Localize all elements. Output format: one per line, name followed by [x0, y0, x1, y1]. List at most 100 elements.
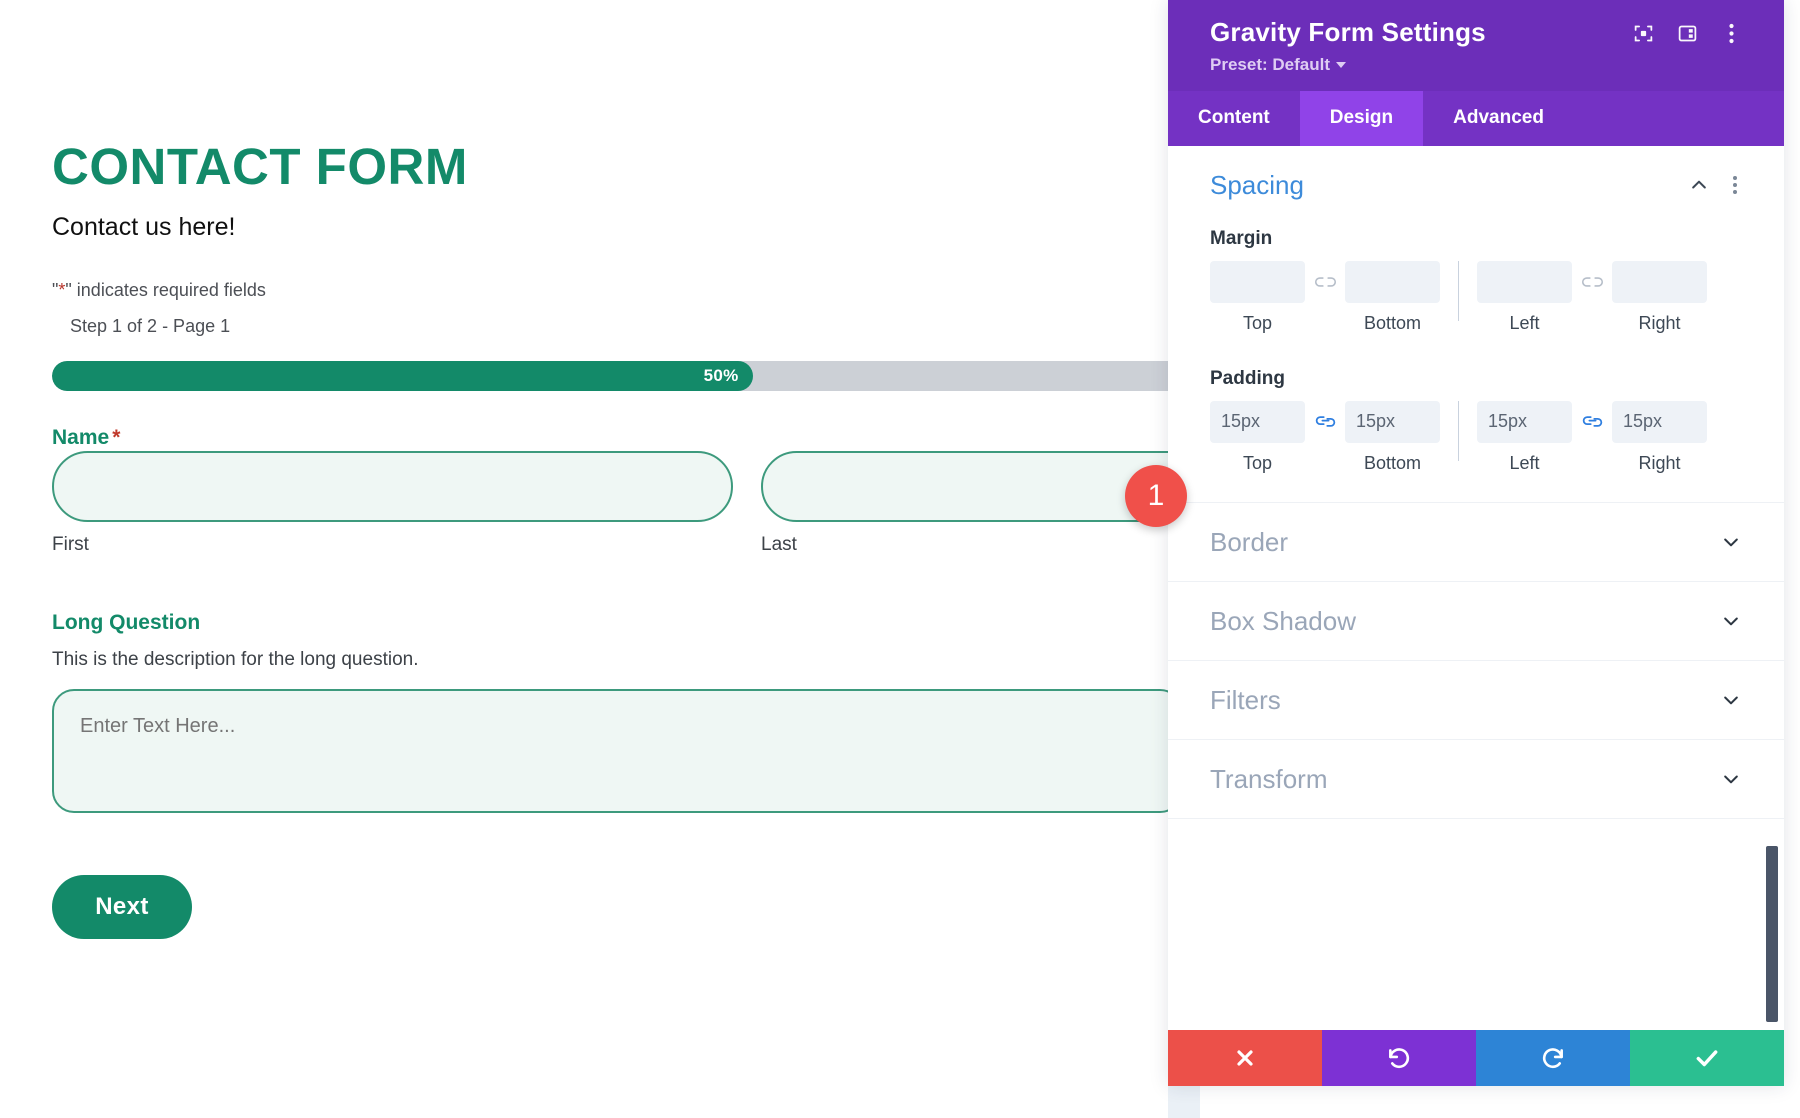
section-spacing-menu-icon[interactable]: [1728, 173, 1742, 197]
required-note-text: " indicates required fields: [65, 280, 266, 300]
section-transform: Transform: [1168, 740, 1784, 819]
section-spacing-content: Margin Top: [1210, 228, 1742, 502]
name-required-asterisk: *: [112, 426, 120, 449]
chevron-down-icon[interactable]: [1720, 610, 1742, 632]
chevron-down-icon[interactable]: [1720, 531, 1742, 553]
padding-quad-row: 15px Top: [1210, 401, 1742, 474]
margin-left-caption: Left: [1477, 313, 1572, 334]
margin-bottom-caption: Bottom: [1345, 313, 1440, 334]
margin-left-input[interactable]: [1477, 261, 1572, 303]
name-first-input[interactable]: [52, 451, 733, 522]
long-question-label: Long Question: [52, 610, 1168, 635]
margin-group-label: Margin: [1210, 228, 1742, 250]
check-icon: [1694, 1045, 1720, 1071]
name-first-sublabel: First: [52, 534, 733, 556]
padding-top-bottom-link-icon[interactable]: [1305, 401, 1345, 443]
form-preview-canvas: CONTACT FORM Contact us here! "*" indica…: [0, 0, 1168, 1118]
panel-tabbar: Content Design Advanced: [1168, 91, 1784, 146]
tab-content[interactable]: Content: [1168, 91, 1300, 146]
margin-top-input[interactable]: [1210, 261, 1305, 303]
long-question-description: This is the description for the long que…: [52, 649, 1168, 671]
section-border-header[interactable]: Border: [1210, 503, 1742, 581]
progress-bar-fill: 50%: [52, 361, 753, 391]
margin-left-right-unlink-icon[interactable]: [1572, 261, 1612, 303]
step-badge: 1: [1125, 465, 1187, 527]
section-spacing-header[interactable]: Spacing: [1210, 146, 1742, 224]
padding-right-input[interactable]: 15px: [1612, 401, 1707, 443]
layout-panel-icon[interactable]: [1676, 22, 1698, 44]
chevron-down-icon: [1336, 62, 1346, 68]
save-changes-button[interactable]: [1630, 1030, 1784, 1086]
section-transform-header[interactable]: Transform: [1210, 740, 1742, 818]
required-fields-note: "*" indicates required fields: [52, 280, 1168, 302]
padding-top-input[interactable]: 15px: [1210, 401, 1305, 443]
section-border: Border: [1168, 503, 1784, 582]
panel-header: Gravity Form Settings: [1168, 0, 1784, 91]
tab-advanced[interactable]: Advanced: [1423, 91, 1574, 146]
section-border-title: Border: [1210, 528, 1720, 557]
margin-bottom-input[interactable]: [1345, 261, 1440, 303]
progress-bar: 50%: [52, 361, 1168, 391]
panel-scroll-body: Spacing: [1168, 146, 1784, 1086]
progress-percent-label: 50%: [704, 366, 753, 386]
tab-design[interactable]: Design: [1300, 91, 1423, 146]
name-last-group: Last: [761, 425, 1168, 555]
padding-bottom-caption: Bottom: [1345, 453, 1440, 474]
panel-action-bar: [1168, 1030, 1784, 1086]
padding-divider: [1458, 401, 1459, 461]
section-filters: Filters: [1168, 661, 1784, 740]
redo-button[interactable]: [1476, 1030, 1630, 1086]
name-last-sublabel: Last: [761, 534, 1168, 556]
section-filters-title: Filters: [1210, 686, 1720, 715]
margin-top-bottom-unlink-icon[interactable]: [1305, 261, 1345, 303]
panel-scrollbar-track[interactable]: [1766, 146, 1778, 1086]
padding-group-label: Padding: [1210, 368, 1742, 390]
long-question-group: Long Question This is the description fo…: [52, 610, 1168, 818]
section-box-shadow-header[interactable]: Box Shadow: [1210, 582, 1742, 660]
chevron-down-icon[interactable]: [1720, 768, 1742, 790]
section-transform-title: Transform: [1210, 765, 1720, 794]
long-question-textarea[interactable]: [52, 689, 1168, 813]
chevron-up-icon[interactable]: [1688, 174, 1710, 196]
section-box-shadow: Box Shadow: [1168, 582, 1784, 661]
section-spacing-title: Spacing: [1210, 171, 1688, 200]
padding-left-right-link-icon[interactable]: [1572, 401, 1612, 443]
focus-target-icon[interactable]: [1632, 22, 1654, 44]
redo-icon: [1540, 1045, 1566, 1071]
margin-right-caption: Right: [1612, 313, 1707, 334]
preset-selector[interactable]: Preset: Default: [1210, 55, 1346, 75]
cancel-changes-button[interactable]: [1168, 1030, 1322, 1086]
undo-icon: [1386, 1045, 1412, 1071]
preset-label: Preset: Default: [1210, 55, 1330, 75]
next-button[interactable]: Next: [52, 875, 192, 939]
panel-title: Gravity Form Settings: [1210, 18, 1632, 48]
padding-left-input[interactable]: 15px: [1477, 401, 1572, 443]
margin-quad-row: Top Bottom: [1210, 261, 1742, 334]
step-indicator: Step 1 of 2 - Page 1: [70, 316, 1168, 337]
margin-right-input[interactable]: [1612, 261, 1707, 303]
chevron-down-icon[interactable]: [1720, 689, 1742, 711]
kebab-menu-icon[interactable]: [1720, 22, 1742, 44]
margin-top-caption: Top: [1210, 313, 1305, 334]
name-first-group: Name* First: [52, 425, 733, 555]
name-field-row: Name* First Last: [52, 425, 1168, 555]
name-label-text: Name: [52, 426, 109, 449]
section-spacing: Spacing: [1168, 146, 1784, 503]
screen-root: CONTACT FORM Contact us here! "*" indica…: [0, 0, 1800, 1118]
panel-scrollbar-thumb[interactable]: [1766, 846, 1778, 1022]
padding-top-caption: Top: [1210, 453, 1305, 474]
form-subtitle: Contact us here!: [52, 212, 1168, 243]
section-box-shadow-title: Box Shadow: [1210, 607, 1720, 636]
name-last-input[interactable]: [761, 451, 1168, 522]
margin-divider: [1458, 261, 1459, 321]
padding-right-caption: Right: [1612, 453, 1707, 474]
form-title: CONTACT FORM: [52, 140, 1168, 194]
settings-sections: Spacing: [1168, 146, 1784, 819]
padding-bottom-input[interactable]: 15px: [1345, 401, 1440, 443]
contact-form: CONTACT FORM Contact us here! "*" indica…: [52, 140, 1168, 939]
module-settings-panel: Gravity Form Settings: [1168, 0, 1784, 1086]
padding-left-caption: Left: [1477, 453, 1572, 474]
undo-button[interactable]: [1322, 1030, 1476, 1086]
section-filters-header[interactable]: Filters: [1210, 661, 1742, 739]
name-field-label: Name*: [52, 425, 733, 450]
